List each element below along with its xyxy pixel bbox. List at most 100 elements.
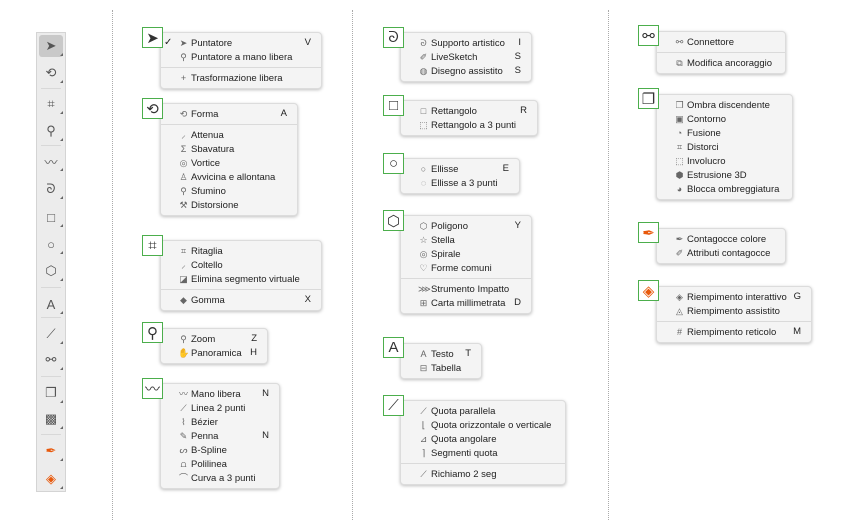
eyedropper-icon[interactable]: ✒ (638, 222, 659, 243)
freehand-icon[interactable]: 〰 (142, 378, 163, 399)
interactive-fill-icon[interactable]: ◈ (638, 280, 659, 301)
smear-icon: Σ (180, 144, 187, 154)
menu-item[interactable]: ◎ Spirale (401, 247, 531, 261)
zoom-icon[interactable]: ⚲ (142, 322, 163, 343)
ellipse-icon[interactable]: ○ (383, 153, 404, 174)
tool-pointer-button[interactable]: ➤ (39, 35, 63, 57)
menu-item[interactable]: ⟋ Linea 2 punti (161, 401, 279, 415)
menu-item[interactable]: ◎ Vortice (161, 156, 297, 170)
menu-item[interactable]: ⚲ Sfumino (161, 184, 297, 198)
menu-item[interactable]: ☆ Stella (401, 233, 531, 247)
menu-item[interactable]: ◍ Disegno assistito S (401, 64, 531, 78)
menu-item[interactable]: ⊿ Quota angolare (401, 432, 565, 446)
pointer-icon[interactable]: ➤ (142, 27, 163, 48)
menu-item[interactable]: 〰 Mano libera N (161, 387, 279, 401)
menu-item-label: Segmenti quota (431, 448, 498, 459)
tool-rectangle-button[interactable]: □ (39, 206, 63, 228)
menu-item[interactable]: ✐ Attributi contagocce (657, 246, 785, 260)
menu-item[interactable]: ⸝ Coltello (161, 258, 321, 272)
menu-item[interactable]: Σ Sbavatura (161, 142, 297, 156)
tool-freehand-button[interactable]: 〰 (39, 150, 63, 172)
dimension-icon[interactable]: ⟋ (383, 395, 404, 416)
menu-item[interactable]: ⚲ Zoom Z (161, 332, 267, 346)
menu-item[interactable]: ✎ Penna N (161, 429, 279, 443)
menu-item[interactable]: ✓ ➤ Puntatore V (161, 36, 321, 50)
checkmark-icon: ✓ (164, 37, 173, 48)
crop-icon[interactable]: ⌗ (142, 235, 163, 256)
tool-ellipse-button[interactable]: ○ (39, 233, 63, 255)
tool-crop-button[interactable]: ⌗ (39, 93, 63, 115)
shortcut-key: Z (251, 333, 257, 344)
menu-item[interactable]: ❐ Ombra discendente (657, 98, 792, 112)
menu-item[interactable]: ✐ LiveSketch S (401, 50, 531, 64)
menu-item[interactable]: ⊞ Carta millimetrata D (401, 296, 531, 310)
menu-item[interactable]: ⚯ Connettore (657, 35, 785, 49)
horizontal-vertical-dimension-icon: ⌊ (421, 420, 426, 430)
menu-item[interactable]: ◌ Ellisse a 3 punti (401, 176, 519, 190)
tool-eyedropper-button[interactable]: ✒ (39, 440, 63, 462)
tool-artistic-media-button[interactable]: ᘐ (39, 178, 63, 200)
menu-item[interactable]: ⸝ Attenua (161, 128, 297, 142)
tool-interactive-fill-button[interactable]: ◈ (39, 468, 63, 490)
tool-polygon-button[interactable]: ⬡ (39, 260, 63, 282)
menu-item[interactable]: # Riempimento reticolo M (657, 325, 811, 339)
menu-item[interactable]: ⚲ Puntatore a mano libera (161, 50, 321, 64)
menu-item-label: Attributi contagocce (687, 248, 771, 259)
color-eyedropper-icon: ✒ (675, 234, 684, 244)
connector-icon[interactable]: ⚯ (638, 25, 659, 46)
menu-item[interactable]: ⚒ Distorsione (161, 198, 297, 212)
menu-item[interactable]: ⌉ Segmenti quota (401, 446, 565, 460)
menu-item[interactable]: ◬ Riempimento assistito (657, 304, 811, 318)
menu-item[interactable]: ⟋ Richiamo 2 seg (401, 467, 565, 481)
tool-text-button[interactable]: A (39, 293, 63, 315)
tool-drop-shadow-button[interactable]: ❐ (39, 382, 63, 404)
tool-connector-button[interactable]: ⚯ (39, 349, 63, 371)
artistic-media-icon[interactable]: ᘐ (383, 27, 404, 48)
menu-item[interactable]: ◈ Riempimento interattivo G (657, 290, 811, 304)
shape-icon[interactable]: ⟲ (142, 98, 163, 119)
drop-shadow-icon[interactable]: ❐ (638, 88, 659, 109)
menu-item[interactable]: ⋙Strumento Impatto (401, 282, 531, 296)
menu-item[interactable]: A Testo T (401, 347, 481, 361)
menu-item[interactable]: ⩍ Polilinea (161, 457, 279, 471)
menu-item[interactable]: ⌗ Ritaglia (161, 244, 321, 258)
menu-item[interactable]: ▣ Contorno (657, 112, 792, 126)
menu-item[interactable]: ⟋ Quota parallela (401, 404, 565, 418)
menu-item[interactable]: ⌇ Bézier (161, 415, 279, 429)
menu-item[interactable]: ○ Ellisse E (401, 162, 519, 176)
menu-item[interactable]: ⬚ Rettangolo a 3 punti (401, 118, 537, 132)
menu-item[interactable]: ⬚ Involucro (657, 154, 792, 168)
menu-item[interactable]: ⌗ Distorci (657, 140, 792, 154)
menu-item[interactable]: ⟲ Forma A (161, 107, 297, 121)
menu-item[interactable]: ⧉ Modifica ancoraggio (657, 56, 785, 70)
tool-shape-button[interactable]: ⟲ (39, 62, 63, 84)
menu-item[interactable]: ⌒ Curva a 3 punti (161, 471, 279, 485)
menu-item[interactable]: ◪ Elimina segmento virtuale (161, 272, 321, 286)
menu-item[interactable]: ⬡ Poligono Y (401, 219, 531, 233)
menu-item[interactable]: ♡ Forme comuni (401, 261, 531, 275)
menu-item[interactable]: ♙ Avvicina e allontana (161, 170, 297, 184)
menu-item[interactable]: ◆ Gomma X (161, 293, 321, 307)
menu-item[interactable]: ◔ Fusione (657, 126, 792, 140)
toolbar-separator (41, 287, 61, 288)
menu-item[interactable]: ⬢ Estrusione 3D (657, 168, 792, 182)
tool-dimension-button[interactable]: ⟋ (39, 323, 63, 345)
polygon-icon[interactable]: ⬡ (383, 210, 404, 231)
three-point-rectangle-icon: ⬚ (419, 120, 428, 130)
menu-item[interactable]: ᔕ B-Spline (161, 443, 279, 457)
menu-item[interactable]: ◕ Blocca ombreggiatura (657, 182, 792, 196)
menu-item[interactable]: ᘐ Supporto artistico I (401, 36, 531, 50)
menu-item[interactable]: ⌊ Quota orizzontale o verticale (401, 418, 565, 432)
rectangle-icon[interactable]: □ (383, 95, 404, 116)
menu-item[interactable]: ⊟ Tabella (401, 361, 481, 375)
flyout-menu: ✒ Contagocce colore ✐ Attributi contagocce (656, 228, 786, 264)
menu-item[interactable]: ✒ Contagocce colore (657, 232, 785, 246)
menu-item[interactable]: □ Rettangolo R (401, 104, 537, 118)
menu-item-label: Bézier (191, 417, 218, 428)
flyout-menu: ❐ Ombra discendente ▣ Contorno ◔ Fusione ⌗ Dist… (656, 94, 793, 200)
tool-transparency-button[interactable]: ▩ (39, 408, 63, 430)
menu-item[interactable]: + Trasformazione libera (161, 71, 321, 85)
menu-item[interactable]: ✋ Panoramica H (161, 346, 267, 360)
text-icon[interactable]: A (383, 337, 404, 358)
tool-zoom-button[interactable]: ⚲ (39, 120, 63, 142)
